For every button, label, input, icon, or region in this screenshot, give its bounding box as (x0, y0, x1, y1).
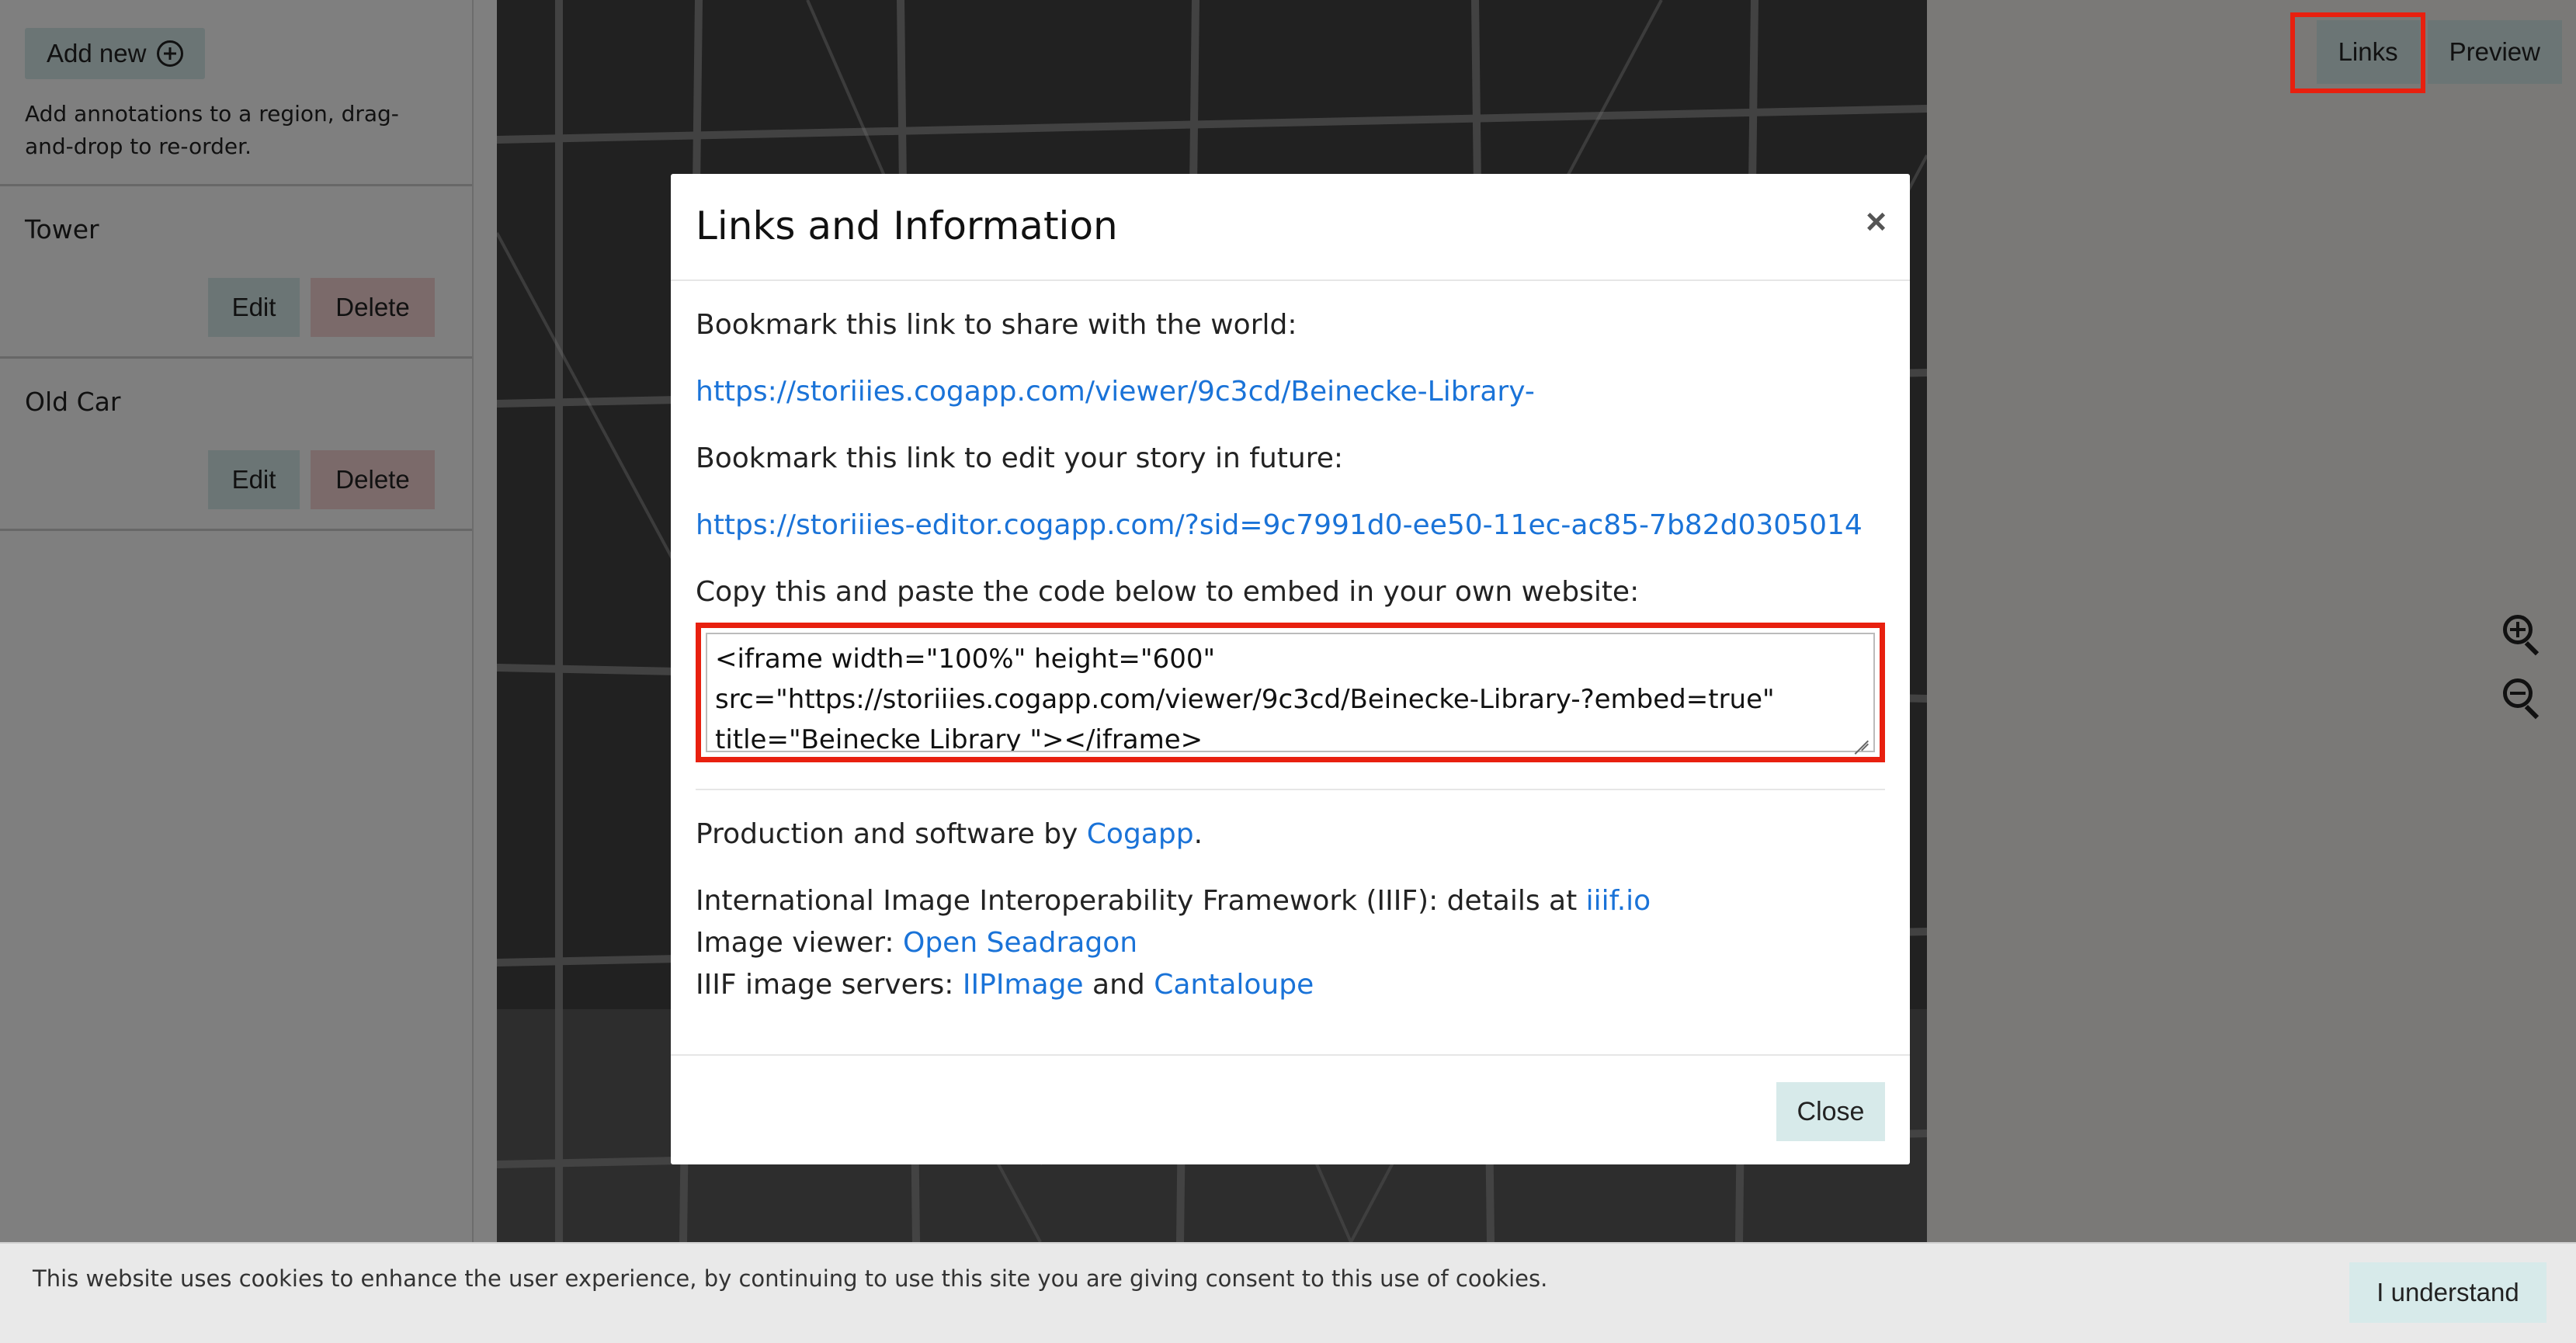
cookie-accept-button[interactable]: I understand (2349, 1262, 2546, 1323)
cogapp-link[interactable]: Cogapp (1087, 818, 1194, 850)
embed-text: Copy this and paste the code below to em… (696, 576, 1640, 608)
links-highlight-box (2290, 12, 2425, 93)
iipimage-link[interactable]: IIPImage (963, 969, 1084, 1001)
divider (696, 789, 1885, 790)
modal-header: Links and Information × (671, 174, 1910, 281)
production-line: Production and software by Cogapp. (696, 818, 1203, 850)
edit-text: Bookmark this link to edit your story in… (696, 442, 1344, 474)
modal-title: Links and Information (696, 203, 1118, 248)
iiif-line: International Image Interoperability Fra… (696, 885, 1651, 917)
cookie-banner: This website uses cookies to enhance the… (0, 1242, 2576, 1343)
links-modal: Links and Information × Bookmark this li… (671, 174, 1910, 1164)
close-button[interactable]: Close (1776, 1082, 1885, 1141)
embed-highlight-box: <iframe width="100%" height="600" src="h… (696, 623, 1885, 762)
iiif-link[interactable]: iiif.io (1586, 885, 1651, 917)
resize-grip-icon[interactable] (1853, 730, 1869, 746)
modal-footer: Close (671, 1054, 1910, 1164)
close-icon[interactable]: × (1866, 200, 1887, 242)
share-link[interactable]: https://storiiies.cogapp.com/viewer/9c3c… (696, 376, 1535, 408)
openseadragon-link[interactable]: Open Seadragon (903, 927, 1137, 959)
cookie-text: This website uses cookies to enhance the… (33, 1265, 1548, 1292)
cantaloupe-link[interactable]: Cantaloupe (1154, 969, 1314, 1001)
modal-body: Bookmark this link to share with the wor… (671, 281, 1910, 1006)
servers-line: IIIF image servers: IIPImage and Cantalo… (696, 969, 1314, 1001)
share-text: Bookmark this link to share with the wor… (696, 309, 1297, 341)
viewer-line: Image viewer: Open Seadragon (696, 927, 1138, 959)
edit-link[interactable]: https://storiiies-editor.cogapp.com/?sid… (696, 509, 1863, 541)
embed-code-textarea[interactable]: <iframe width="100%" height="600" src="h… (706, 633, 1875, 752)
